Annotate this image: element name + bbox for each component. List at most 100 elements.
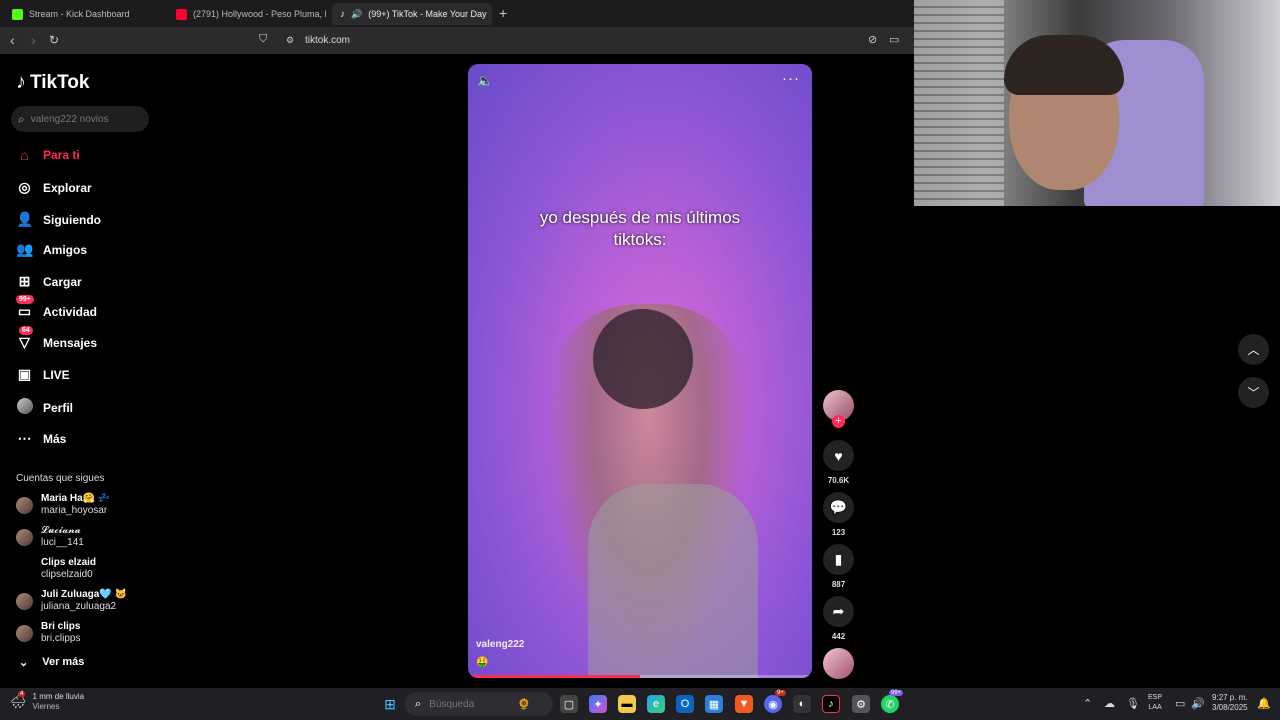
avatar: [16, 561, 33, 578]
more-options-icon[interactable]: ···: [782, 70, 800, 87]
video-scene-hair: [593, 309, 693, 409]
account-item[interactable]: Bri clips bri.clipps: [16, 621, 80, 645]
search-bar[interactable]: ⌕: [11, 106, 149, 132]
sunflower-icon: 🌻: [517, 698, 531, 711]
volume-icon[interactable]: 🔈: [477, 73, 493, 89]
sidebar-item-actividad[interactable]: ▭ 99+ Actividad: [16, 295, 98, 320]
account-handle: bri.clipps: [41, 633, 81, 644]
weather-day: Viernes: [32, 702, 60, 711]
caption-line: tiktoks:: [613, 230, 667, 249]
microphone-icon[interactable]: 🎙: [1126, 697, 1140, 710]
notification-icon[interactable]: 🔔: [1257, 697, 1271, 710]
account-item[interactable]: Maria Ha🤗 💤 maria_hoyosar: [16, 493, 110, 517]
file-explorer-icon[interactable]: ▬: [618, 695, 636, 713]
share-icon: ➦: [823, 596, 854, 627]
no-tracking-icon[interactable]: ⊘: [868, 33, 877, 46]
webcam-person-hair: [1004, 35, 1124, 95]
kick-favicon-icon: [12, 8, 23, 20]
sidebar-item-explorar[interactable]: ◎ Explorar: [16, 179, 91, 196]
tab-title: (2791) Hollywood - Peso Pluma, Este...: [193, 9, 326, 19]
sidebar-item-amigos[interactable]: 👥 Amigos: [16, 241, 87, 258]
save-count: 887: [831, 580, 846, 589]
following-icon: 👤: [16, 211, 34, 227]
language-code: ESP: [1148, 694, 1163, 701]
whatsapp-icon[interactable]: ✆ 99+: [881, 690, 904, 713]
task-view-icon[interactable]: ▢: [560, 695, 578, 713]
account-item[interactable]: Juli Zuluaga🩵 🐱 juliana_zuluaga2: [16, 589, 127, 613]
save-button[interactable]: ▮ 887: [823, 544, 854, 589]
tab-title: Stream - Kick Dashboard: [29, 9, 130, 19]
new-tab-button[interactable]: +: [499, 5, 507, 21]
network-icon[interactable]: ▭: [1175, 697, 1185, 710]
following-section-title: Cuentas que sigues: [16, 473, 105, 484]
chevron-up-icon[interactable]: ⌃: [1083, 697, 1092, 710]
tiktok-logo[interactable]: ♪ TikTok: [16, 71, 89, 94]
speaker-icon[interactable]: 🔊: [351, 9, 362, 20]
sidebar-item-para-ti[interactable]: ⌂ Para ti: [16, 147, 80, 163]
comment-button[interactable]: 💬 123: [823, 492, 854, 537]
cast-icon[interactable]: ▭: [889, 33, 899, 46]
share-count: 442: [831, 632, 846, 641]
obs-icon[interactable]: ◐: [793, 695, 811, 713]
sidebar-item-label: Para ti: [43, 148, 80, 162]
like-button[interactable]: ♥ 70.6K: [823, 440, 854, 485]
edge-icon[interactable]: e: [647, 695, 665, 713]
sidebar-item-cargar[interactable]: ⊞ Cargar: [16, 273, 82, 290]
outlook-icon[interactable]: O: [676, 695, 694, 713]
tiktok-app-icon[interactable]: ♪: [822, 695, 840, 713]
follow-plus-icon[interactable]: +: [832, 415, 845, 428]
windows-start-icon[interactable]: ⊞: [381, 695, 399, 713]
avatar: [16, 528, 33, 546]
volume-icon[interactable]: 🔊: [1191, 697, 1205, 710]
account-name: 𝓛𝓾𝓬𝓲𝓪𝓷𝓪: [41, 525, 81, 536]
account-name: Clips elzaid: [41, 557, 97, 568]
site-info-icon[interactable]: ⚙: [286, 35, 294, 46]
sidebar-item-label: Amigos: [43, 242, 88, 257]
taskbar-search-input[interactable]: [429, 698, 510, 710]
video-caption: yo después de mis últimos tiktoks:: [468, 207, 812, 251]
chevron-down-icon: ⌄: [19, 657, 29, 669]
search-input[interactable]: [30, 113, 136, 125]
next-video-button[interactable]: ﹀: [1238, 377, 1269, 408]
forward-icon[interactable]: ›: [31, 32, 36, 48]
copilot-icon[interactable]: ✦: [589, 695, 607, 713]
sidebar-item-mensajes[interactable]: ▽ 64 Mensajes: [16, 326, 97, 351]
previous-video-button[interactable]: ︿: [1238, 334, 1269, 365]
music-disc-avatar[interactable]: [823, 648, 854, 679]
taskbar-search[interactable]: ⌕ 🌻: [405, 692, 553, 716]
sidebar-item-mas[interactable]: ⋯ Más: [16, 430, 67, 447]
onedrive-icon[interactable]: ☁: [1104, 697, 1115, 710]
discord-icon[interactable]: ◉ 9+: [764, 690, 786, 713]
video-progress-fill: [468, 675, 640, 678]
system-clock[interactable]: 9:27 p. m. 3/08/2025: [1212, 693, 1248, 713]
video-player[interactable]: 🔈 ··· yo después de mis últimos tiktoks:…: [468, 64, 812, 678]
webcam-blinds: [914, 0, 1004, 206]
share-button[interactable]: ➦ 442: [823, 596, 854, 641]
account-name: Bri clips: [41, 621, 81, 632]
tab-kick[interactable]: Stream - Kick Dashboard: [4, 3, 164, 25]
chevron-up-icon: ︿: [1247, 343, 1260, 357]
search-icon[interactable]: ⌕: [18, 112, 25, 127]
settings-icon[interactable]: ⚙: [852, 695, 870, 713]
sidebar-item-perfil[interactable]: Perfil: [16, 398, 73, 417]
store-icon[interactable]: ▦: [705, 695, 723, 713]
avatar-icon: [16, 398, 33, 417]
sidebar-item-siguiendo[interactable]: 👤 Siguiendo: [16, 211, 101, 228]
reload-icon[interactable]: ↻: [49, 33, 59, 47]
video-username[interactable]: valeng222: [476, 639, 524, 650]
account-item[interactable]: Clips elzaid clipselzaid0: [16, 557, 96, 581]
bookmark-icon[interactable]: ⛉: [259, 33, 267, 46]
brave-icon[interactable]: ▼: [735, 695, 753, 713]
back-icon[interactable]: ‹: [10, 32, 15, 48]
tab-youtube[interactable]: (2791) Hollywood - Peso Pluma, Este...: [168, 3, 326, 25]
language-indicator[interactable]: ESP LAA: [1148, 693, 1162, 713]
tab-tiktok[interactable]: ♪ 🔊 (99+) TikTok - Make Your Day ×: [332, 3, 492, 25]
see-more-button[interactable]: ⌄ Ver más: [19, 656, 84, 669]
video-progress-bar[interactable]: [468, 675, 812, 678]
sidebar-item-live[interactable]: ▣ LIVE: [16, 366, 70, 383]
account-item[interactable]: 𝓛𝓾𝓬𝓲𝓪𝓷𝓪 luci__141: [16, 525, 84, 549]
url-field[interactable]: tiktok.com: [305, 35, 350, 46]
weather-widget[interactable]: 🌧 4 1 mm de lluvia Viernes: [10, 691, 84, 712]
comment-count: 123: [831, 528, 846, 537]
sidebar-item-label: Actividad: [43, 304, 98, 319]
